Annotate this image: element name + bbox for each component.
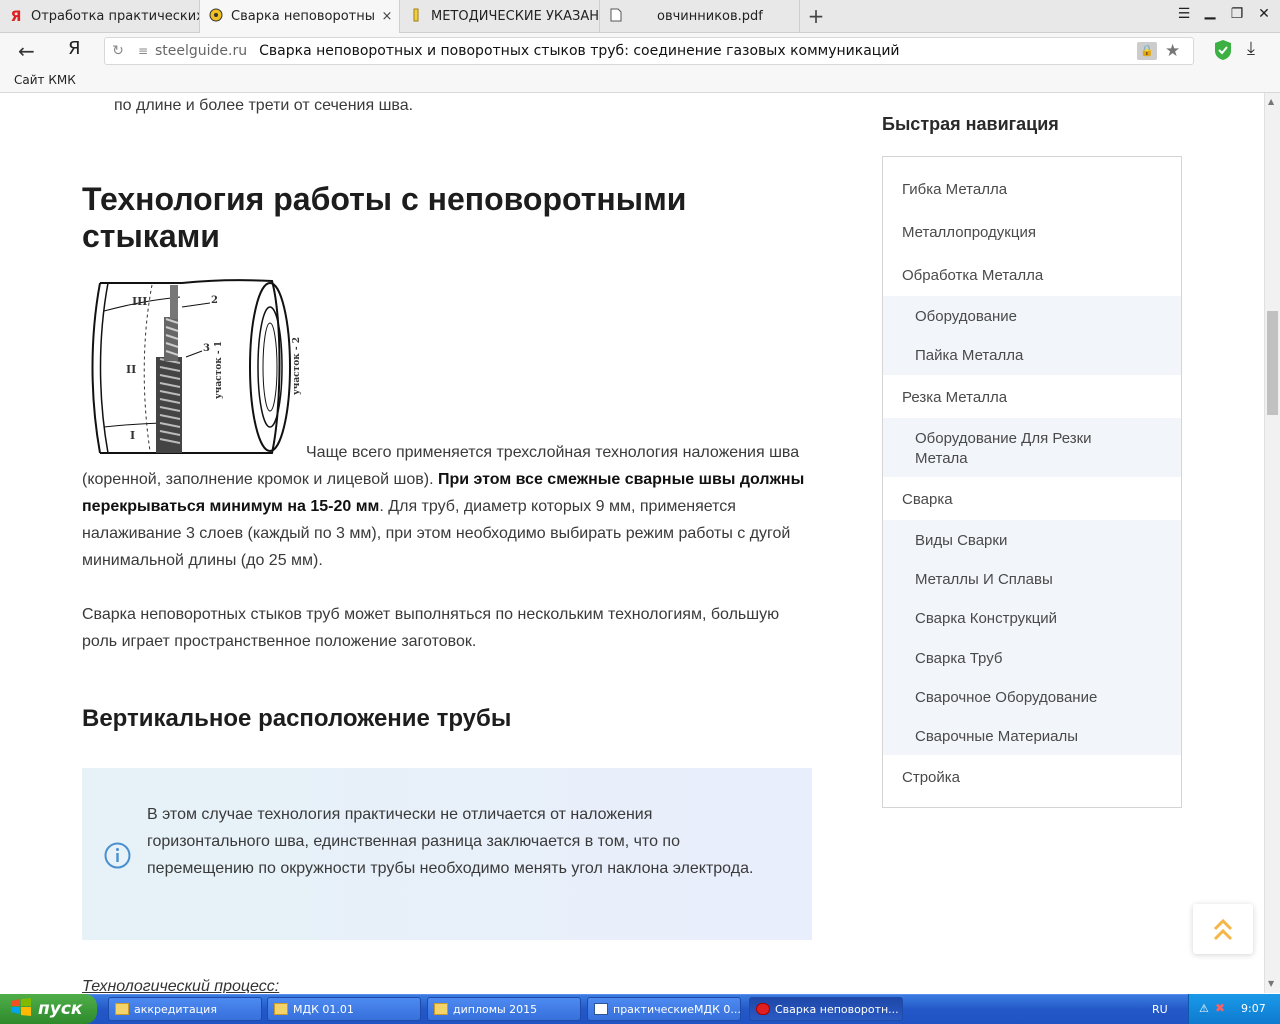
nav-item-gibka[interactable]: Гибка Металла xyxy=(883,173,1181,205)
nav-item-obrabotka[interactable]: Обработка Металла xyxy=(883,259,1181,291)
nav-subitem-metally[interactable]: Металлы И Сплавы xyxy=(883,560,1181,599)
scroll-down-arrow-icon[interactable]: ▼ xyxy=(1268,979,1274,988)
figure-label: 2 xyxy=(211,295,218,306)
taskbar-item-browser[interactable]: Сварка неповоротн... xyxy=(749,997,903,1021)
info-icon xyxy=(104,842,131,874)
nav-subitem-svarka-konstruktsiy[interactable]: Сварка Конструкций xyxy=(883,599,1181,638)
scroll-up-arrow-icon[interactable]: ▲ xyxy=(1268,97,1274,106)
download-icon[interactable]: ⤓ xyxy=(1247,38,1255,59)
restore-icon[interactable]: ❐ xyxy=(1226,6,1248,22)
yandex-browser-icon xyxy=(756,1003,770,1015)
nav-subitem-svarka-trub[interactable]: Сварка Труб xyxy=(883,638,1181,678)
page-content: по длине и более трети от сечения шва. Т… xyxy=(0,93,1264,993)
start-label: пуск xyxy=(38,999,83,1019)
word-icon xyxy=(594,1003,608,1015)
folder-icon xyxy=(115,1003,129,1015)
info-box: В этом случае технология практически не … xyxy=(82,768,812,940)
system-tray: ⚠ ✖ 9:07 xyxy=(1188,994,1280,1024)
clock: 9:07 xyxy=(1241,1002,1266,1015)
bookmarks-bar: Сайт КМК xyxy=(0,68,1280,93)
sidebar-title: Быстрая навигация xyxy=(882,114,1059,134)
folder-icon xyxy=(434,1003,448,1015)
bookmark-item[interactable]: Сайт КМК xyxy=(14,73,76,87)
file-icon xyxy=(607,8,625,26)
taskbar-item-akkreditatsiya[interactable]: аккредитация xyxy=(108,997,262,1021)
nav-item-rezka[interactable]: Резка Металла xyxy=(883,381,1181,413)
windows-logo-icon xyxy=(10,997,32,1021)
nav-subitem-oborudovanie[interactable]: Оборудование xyxy=(883,296,1181,336)
new-tab-button[interactable]: + xyxy=(805,4,827,28)
yandex-icon: Я xyxy=(10,8,22,25)
nav-subitem-oborudovanie-rezki[interactable]: Оборудование Для Резки Метала xyxy=(883,418,1181,477)
tab-close-icon[interactable]: × xyxy=(375,9,399,24)
network-icon[interactable]: ⚠ xyxy=(1199,1002,1209,1015)
taskbar-item-prakticheskie[interactable]: практическиеМДК 0... xyxy=(587,997,741,1021)
antivirus-icon[interactable]: ✖ xyxy=(1215,1001,1225,1015)
scroll-to-top-button[interactable] xyxy=(1193,904,1253,954)
address-bar[interactable]: ↻ ≡ steelguide.ru Сварка неповоротных и … xyxy=(104,37,1194,65)
back-arrow-icon[interactable]: ← xyxy=(18,39,35,63)
star-icon[interactable]: ★ xyxy=(1165,41,1187,61)
tab-label: Сварка неповоротных и по xyxy=(231,9,375,24)
doc-icon xyxy=(407,8,425,26)
double-chevron-up-icon xyxy=(1213,918,1233,941)
folder-icon xyxy=(274,1003,288,1015)
tab-pdf[interactable]: овчинников.pdf xyxy=(600,0,800,33)
figure-label: 3 xyxy=(203,343,210,354)
heading-technology: Технология работы с неповоротными стыкам… xyxy=(82,181,687,254)
address-domain: steelguide.ru xyxy=(155,43,248,59)
tab-otrabotka[interactable]: Я Отработка практических на xyxy=(0,0,200,33)
heading-vertical: Вертикальное расположение трубы xyxy=(82,705,512,732)
tab-svarka[interactable]: Сварка неповоротных и по × xyxy=(200,0,400,33)
taskbar-item-diplomy[interactable]: дипломы 2015 xyxy=(427,997,581,1021)
yandex-logo[interactable]: Я xyxy=(68,38,81,59)
tab-metodicheskie[interactable]: МЕТОДИЧЕСКИЕ УКАЗАНИЯ xyxy=(400,0,600,33)
nav-subitem-svarochnoe-oborudovanie[interactable]: Сварочное Оборудование xyxy=(883,678,1181,717)
tab-label: МЕТОДИЧЕСКИЕ УКАЗАНИЯ xyxy=(431,9,599,24)
reload-icon[interactable]: ↻ xyxy=(105,43,131,59)
info-text: В этом случае технология практически не … xyxy=(147,806,754,877)
lock-icon[interactable]: 🔒 xyxy=(1137,42,1157,60)
figure-label: II xyxy=(126,363,137,376)
pipe-weld-figure: III II I 2 3 участок - 1 участок - 2 xyxy=(82,277,306,457)
shield-icon[interactable] xyxy=(1214,39,1232,65)
nav-item-stroyka[interactable]: Стройка xyxy=(883,761,1181,793)
figure-label: III xyxy=(132,295,148,308)
figure-label: участок - 1 xyxy=(214,340,224,399)
quick-navigation: Гибка Металла Металлопродукция Обработка… xyxy=(882,156,1182,808)
nav-subitem-svarochnye-materialy[interactable]: Сварочные Материалы xyxy=(883,717,1181,755)
paragraph-methods: Сварка неповоротных стыков труб может вы… xyxy=(82,606,780,650)
tab-label: Отработка практических на xyxy=(31,9,199,24)
nav-item-svarka[interactable]: Сварка xyxy=(883,483,1181,515)
tab-strip: Я Отработка практических на Сварка непов… xyxy=(0,0,1280,33)
nav-subitem-vidy-svarki[interactable]: Виды Сварки xyxy=(883,520,1181,560)
nav-subitem-payka[interactable]: Пайка Металла xyxy=(883,336,1181,375)
process-caption: Технологический процесс: xyxy=(82,978,280,993)
tab-label: овчинников.pdf xyxy=(657,9,763,24)
site-favicon xyxy=(207,8,225,26)
language-indicator[interactable]: RU xyxy=(1152,1003,1168,1016)
start-button[interactable]: пуск xyxy=(0,994,97,1024)
page-info-icon[interactable]: ≡ xyxy=(131,44,155,58)
menu-icon[interactable]: ☰ xyxy=(1173,6,1195,22)
nav-item-metalloproduktsiya[interactable]: Металлопродукция xyxy=(883,216,1181,248)
list-item-text: по длине и более трети от сечения шва. xyxy=(114,97,414,114)
figure-label: участок - 2 xyxy=(292,336,302,395)
address-title: Сварка неповоротных и поворотных стыков … xyxy=(259,43,900,59)
minimize-icon[interactable]: ▁ xyxy=(1199,4,1221,20)
vertical-scrollbar[interactable]: ▲ ▼ xyxy=(1264,93,1280,993)
taskbar-item-mdk[interactable]: МДК 01.01 xyxy=(267,997,421,1021)
scrollbar-thumb[interactable] xyxy=(1267,311,1278,415)
paragraph-technology: Чаще всего применяется трехслойная техно… xyxy=(82,444,805,569)
close-window-icon[interactable]: ✕ xyxy=(1253,6,1275,22)
